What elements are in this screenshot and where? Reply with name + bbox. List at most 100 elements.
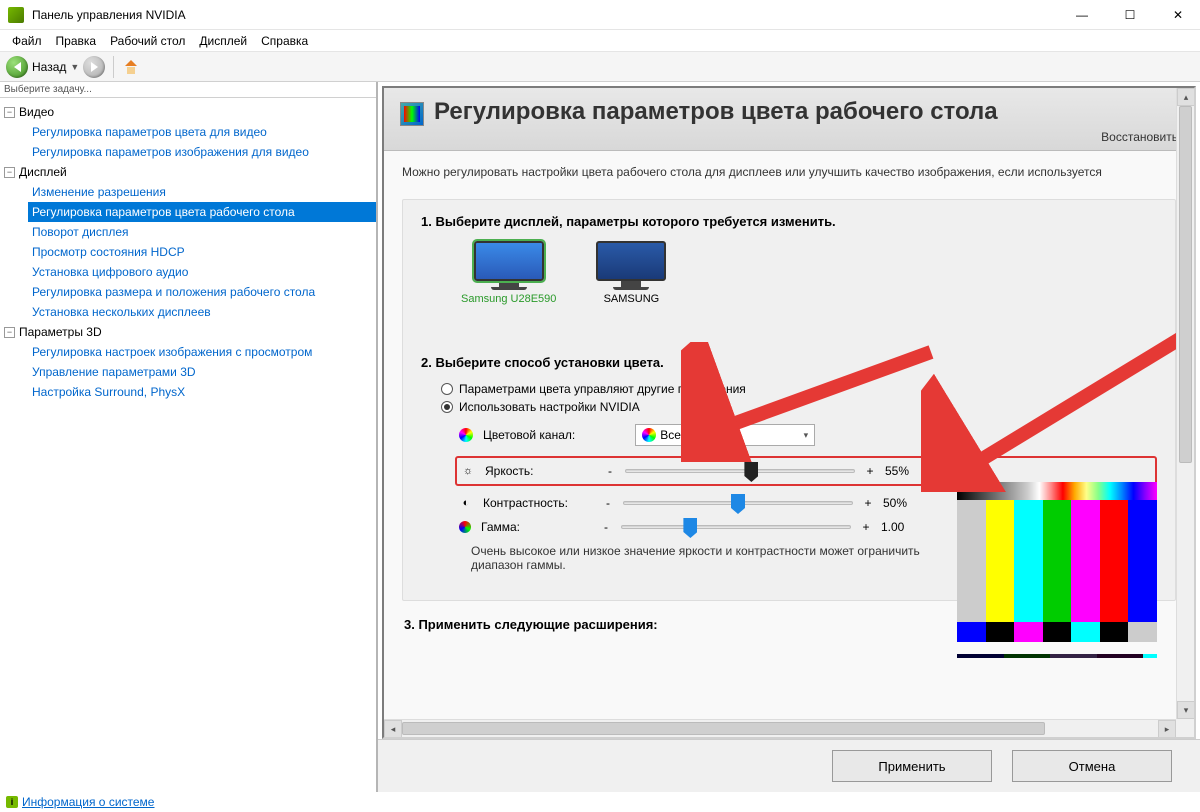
collapse-icon[interactable]: − bbox=[4, 107, 15, 118]
collapse-icon[interactable]: − bbox=[4, 327, 15, 338]
tree-link[interactable]: Установка цифрового аудио bbox=[28, 262, 376, 282]
page-header-icon bbox=[400, 102, 424, 126]
slider-plus: + bbox=[865, 464, 875, 478]
menu-edit[interactable]: Правка bbox=[50, 32, 103, 50]
tree-link[interactable]: Регулировка настроек изображения с просм… bbox=[28, 342, 376, 362]
gamma-label: Гамма: bbox=[481, 520, 591, 534]
collapse-icon[interactable]: − bbox=[4, 167, 15, 178]
radio-icon bbox=[441, 401, 453, 413]
tree-link[interactable]: Управление параметрами 3D bbox=[28, 362, 376, 382]
contrast-icon: ◐ bbox=[459, 496, 473, 510]
preview-area: Эталонное изображение: bbox=[957, 482, 1157, 658]
gamma-icon bbox=[459, 521, 471, 533]
tree-group-display[interactable]: − Дисплей bbox=[0, 162, 376, 182]
color-wheel-icon bbox=[642, 428, 656, 442]
slider-minus: - bbox=[603, 496, 613, 510]
display-label: SAMSUNG bbox=[596, 293, 666, 305]
dark-preview bbox=[957, 654, 1157, 658]
tree-link[interactable]: Просмотр состояния HDCP bbox=[28, 242, 376, 262]
minimize-button[interactable]: — bbox=[1068, 5, 1096, 25]
brightness-icon: ☼ bbox=[461, 464, 475, 478]
display-item-2[interactable]: SAMSUNG bbox=[596, 241, 666, 305]
system-info-link[interactable]: Информация о системе bbox=[22, 795, 154, 809]
scroll-thumb[interactable] bbox=[402, 722, 1045, 735]
tree-link[interactable]: Поворот дисплея bbox=[28, 222, 376, 242]
footer: Применить Отмена bbox=[378, 739, 1200, 792]
tree-group-label: Дисплей bbox=[19, 163, 67, 181]
arrow-left-icon bbox=[14, 62, 21, 72]
tree-link-selected[interactable]: Регулировка параметров цвета рабочего ст… bbox=[28, 202, 376, 222]
back-label: Назад bbox=[32, 60, 66, 74]
tree-link[interactable]: Регулировка параметров цвета для видео bbox=[28, 122, 376, 142]
tree-group-label: Видео bbox=[19, 103, 54, 121]
tree-link[interactable]: Изменение разрешения bbox=[28, 182, 376, 202]
home-icon[interactable] bbox=[122, 58, 140, 76]
slider-thumb[interactable] bbox=[683, 518, 697, 538]
content-area: Регулировка параметров цвета рабочего ст… bbox=[382, 86, 1196, 739]
slider-minus: - bbox=[601, 520, 611, 534]
close-button[interactable]: ✕ bbox=[1164, 5, 1192, 25]
toolbar: Назад ▼ bbox=[0, 52, 1200, 82]
forward-button[interactable] bbox=[83, 56, 105, 78]
section1-title: 1. Выберите дисплей, параметры которого … bbox=[421, 214, 1157, 229]
task-tree: − Видео Регулировка параметров цвета для… bbox=[0, 98, 376, 788]
info-icon: i bbox=[6, 796, 18, 808]
sidebar-caption: Выберите задачу... bbox=[0, 82, 376, 98]
tree-group-label: Параметры 3D bbox=[19, 323, 102, 341]
brightness-label: Яркость: bbox=[485, 464, 595, 478]
tree-link[interactable]: Регулировка размера и положения рабочего… bbox=[28, 282, 376, 302]
titlebar: Панель управления NVIDIA — ☐ ✕ bbox=[0, 0, 1200, 30]
page-header: Регулировка параметров цвета рабочего ст… bbox=[384, 88, 1194, 151]
restore-link[interactable]: Восстановить bbox=[400, 130, 1178, 144]
brightness-value: 55% bbox=[885, 464, 925, 478]
chevron-down-icon: ▾ bbox=[804, 430, 809, 441]
menu-file[interactable]: Файл bbox=[6, 32, 48, 50]
contrast-slider[interactable] bbox=[623, 501, 853, 505]
section2-title: 2. Выберите способ установки цвета. bbox=[421, 355, 1157, 370]
horizontal-scrollbar[interactable]: ◂ ▸ bbox=[384, 719, 1176, 737]
scroll-left-icon[interactable]: ◂ bbox=[384, 720, 402, 738]
slider-hint: Очень высокое или низкое значение яркост… bbox=[471, 544, 951, 572]
radio-other-apps[interactable]: Параметрами цвета управляют другие прило… bbox=[441, 382, 1157, 396]
radio-label: Использовать настройки NVIDIA bbox=[459, 400, 640, 414]
page-title: Регулировка параметров цвета рабочего ст… bbox=[434, 98, 1178, 126]
apply-button[interactable]: Применить bbox=[832, 750, 992, 782]
radio-icon bbox=[441, 383, 453, 395]
menu-help[interactable]: Справка bbox=[255, 32, 314, 50]
gamma-value: 1.00 bbox=[881, 520, 921, 534]
tree-group-3d[interactable]: − Параметры 3D bbox=[0, 322, 376, 342]
scroll-down-icon[interactable]: ▾ bbox=[1177, 701, 1195, 719]
slider-thumb[interactable] bbox=[744, 462, 758, 482]
tree-link[interactable]: Установка нескольких дисплеев bbox=[28, 302, 376, 322]
app-icon bbox=[8, 7, 24, 23]
cancel-button[interactable]: Отмена bbox=[1012, 750, 1172, 782]
channel-label: Цветовой канал: bbox=[483, 428, 575, 442]
scroll-up-icon[interactable]: ▴ bbox=[1177, 88, 1195, 106]
back-dropdown-icon[interactable]: ▼ bbox=[70, 62, 79, 72]
menubar: Файл Правка Рабочий стол Дисплей Справка bbox=[0, 30, 1200, 52]
tree-link[interactable]: Регулировка параметров изображения для в… bbox=[28, 142, 376, 162]
slider-minus: - bbox=[605, 464, 615, 478]
bottom-bar: i Информация о системе bbox=[0, 792, 1200, 812]
radio-label: Параметрами цвета управляют другие прило… bbox=[459, 382, 746, 396]
radio-nvidia[interactable]: Использовать настройки NVIDIA bbox=[441, 400, 1157, 414]
menu-desktop[interactable]: Рабочий стол bbox=[104, 32, 191, 50]
menu-display[interactable]: Дисплей bbox=[193, 32, 253, 50]
channel-value: Все каналы bbox=[660, 428, 725, 442]
channel-select[interactable]: Все каналы ▾ bbox=[635, 424, 815, 446]
display-item-1[interactable]: Samsung U28E590 bbox=[461, 241, 556, 305]
window-title: Панель управления NVIDIA bbox=[32, 8, 1068, 22]
scroll-right-icon[interactable]: ▸ bbox=[1158, 720, 1176, 738]
maximize-button[interactable]: ☐ bbox=[1116, 5, 1144, 25]
gamma-slider[interactable] bbox=[621, 525, 851, 529]
color-wheel-icon bbox=[459, 428, 473, 442]
tree-group-video[interactable]: − Видео bbox=[0, 102, 376, 122]
vertical-scrollbar[interactable]: ▴ ▾ bbox=[1176, 88, 1194, 719]
contrast-value: 50% bbox=[883, 496, 923, 510]
scroll-thumb[interactable] bbox=[1179, 106, 1192, 463]
brightness-slider[interactable] bbox=[625, 469, 855, 473]
slider-thumb[interactable] bbox=[731, 494, 745, 514]
tree-link[interactable]: Настройка Surround, PhysX bbox=[28, 382, 376, 402]
arrow-right-icon bbox=[91, 62, 98, 72]
back-button[interactable]: Назад ▼ bbox=[6, 56, 79, 78]
